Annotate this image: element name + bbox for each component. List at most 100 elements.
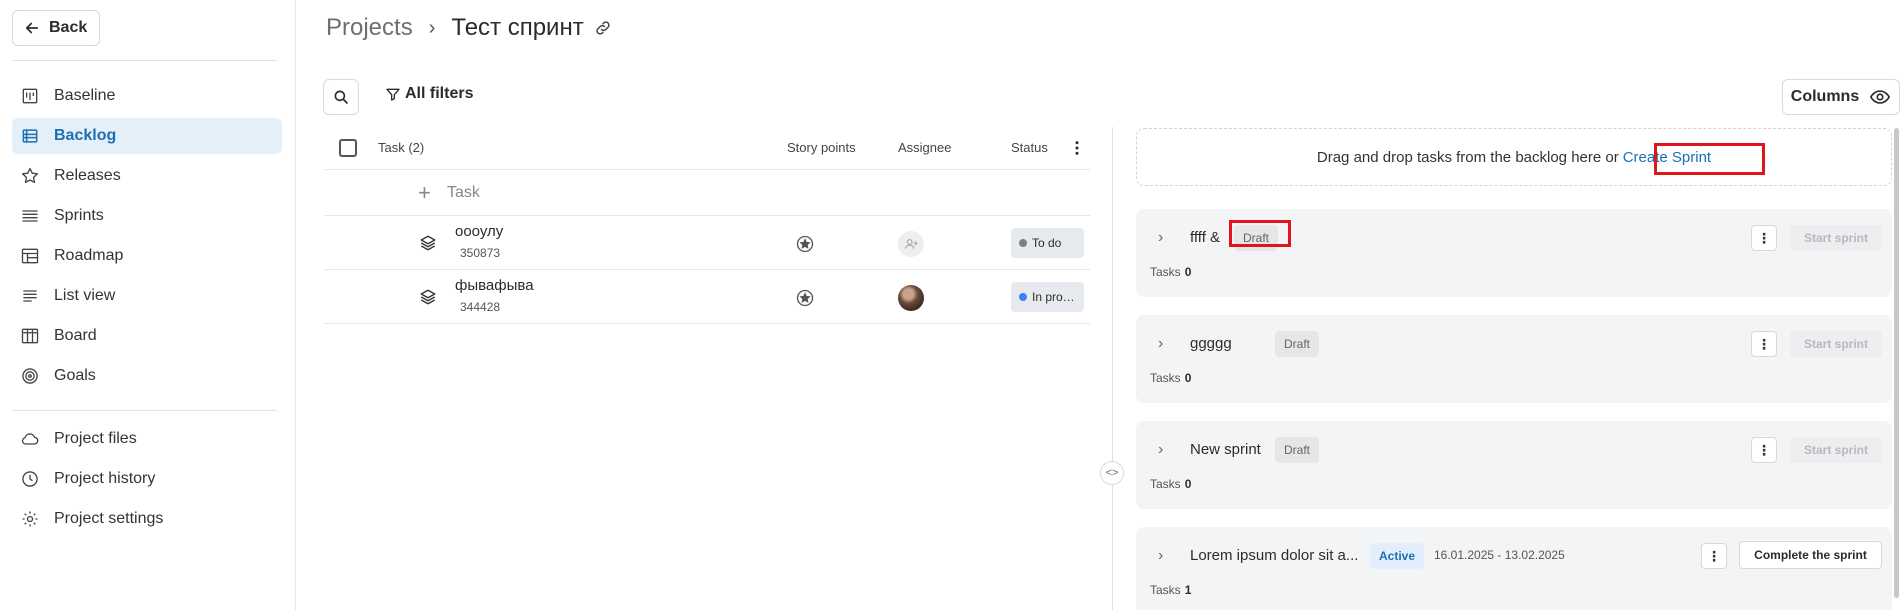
sprint-status-badge: Draft	[1234, 225, 1279, 251]
all-filters-button[interactable]: All filters	[385, 85, 473, 103]
avatar[interactable]	[898, 285, 924, 311]
chevron-right-icon[interactable]: ›	[1158, 441, 1163, 459]
status-badge[interactable]: To do	[1011, 228, 1084, 258]
sidebar-item-label: Project files	[54, 430, 137, 447]
start-sprint-button[interactable]: Start sprint	[1790, 225, 1882, 251]
sprint-card: › ggggg Draft Tasks 0 ⋮ Start sprint	[1136, 315, 1892, 403]
status-dot	[1019, 293, 1027, 301]
app-root: Back Baseline Backlog Releases Sprints R…	[0, 0, 1902, 610]
panel-splitter[interactable]	[1112, 127, 1113, 610]
baseline-icon	[22, 88, 38, 104]
sprint-task-count: Tasks 0	[1150, 477, 1191, 491]
sidebar-divider	[12, 410, 277, 411]
add-task-row[interactable]: + Task	[324, 170, 1090, 216]
all-filters-label: All filters	[405, 85, 474, 102]
back-label: Back	[49, 19, 88, 36]
column-menu-icon[interactable]	[1068, 139, 1086, 157]
sprint-card: › Lorem ipsum dolor sit a... Active 16.0…	[1136, 527, 1892, 610]
columns-label: Columns	[1790, 88, 1860, 105]
column-header-assignee[interactable]: Assignee	[898, 140, 951, 155]
sidebar-item-label: Board	[54, 327, 97, 344]
sprint-status-badge: Active	[1370, 543, 1425, 569]
add-assignee-button[interactable]	[898, 231, 924, 257]
start-sprint-button[interactable]: Start sprint	[1790, 437, 1882, 463]
sidebar-item-backlog[interactable]: Backlog	[12, 118, 282, 154]
back-button[interactable]: Back	[12, 10, 101, 46]
sidebar-divider	[12, 60, 277, 61]
column-header-status[interactable]: Status	[1011, 140, 1049, 155]
sidebar-item-project-settings[interactable]: Project settings	[12, 501, 282, 537]
tasks-label: Tasks	[1150, 371, 1181, 385]
page-title: Тест спринт	[451, 14, 584, 41]
layers-icon	[420, 289, 436, 305]
status-dot	[1019, 239, 1027, 247]
sidebar-item-board[interactable]: Board	[12, 318, 282, 354]
status-badge[interactable]: In pro…	[1011, 282, 1084, 312]
columns-button[interactable]: Columns	[1782, 79, 1900, 115]
layers-icon	[420, 235, 436, 251]
sidebar-item-releases[interactable]: Releases	[12, 158, 282, 194]
eye-icon	[1870, 90, 1891, 104]
sidebar-item-label: Project settings	[54, 510, 164, 527]
link-icon[interactable]	[594, 19, 612, 37]
star-icon	[22, 167, 38, 184]
backlog-icon	[22, 129, 38, 143]
breadcrumb-separator: ›	[428, 16, 436, 39]
chevron-right-icon[interactable]: ›	[1158, 335, 1163, 353]
sprint-menu-button[interactable]: ⋮	[1751, 437, 1777, 463]
table-row[interactable]: оооулу 350873 To do	[324, 216, 1090, 270]
sprint-dates: 16.01.2025 - 13.02.2025	[1434, 548, 1565, 562]
sidebar-item-goals[interactable]: Goals	[12, 358, 282, 394]
complete-sprint-button[interactable]: Complete the sprint	[1739, 541, 1882, 569]
sidebar-item-project-history[interactable]: Project history	[12, 461, 282, 497]
story-points-icon[interactable]	[795, 288, 815, 308]
story-points-icon[interactable]	[795, 234, 815, 254]
start-sprint-button[interactable]: Start sprint	[1790, 331, 1882, 357]
task-name[interactable]: фывафыва	[455, 277, 534, 294]
create-sprint-link[interactable]: Create Sprint	[1623, 149, 1711, 166]
column-header-story-points[interactable]: Story points	[787, 140, 856, 155]
sidebar-item-label: Project history	[54, 470, 156, 487]
sprint-dropzone[interactable]: Drag and drop tasks from the backlog her…	[1136, 128, 1892, 186]
sprint-name: Lorem ipsum dolor sit a...	[1190, 547, 1359, 564]
breadcrumb: Projects › Тест спринт	[326, 14, 612, 42]
plus-icon: +	[418, 180, 431, 205]
sprint-status-badge: Draft	[1275, 331, 1320, 357]
sprints-icon	[22, 210, 38, 222]
chevron-right-icon[interactable]: ›	[1158, 229, 1163, 247]
chevron-right-icon[interactable]: ›	[1158, 547, 1163, 565]
task-name[interactable]: оооулу	[455, 223, 503, 240]
sprint-menu-button[interactable]: ⋮	[1701, 543, 1727, 569]
status-label: To do	[1032, 236, 1062, 250]
sprint-name: ffff &	[1190, 229, 1221, 246]
sidebar-item-baseline[interactable]: Baseline	[12, 78, 282, 114]
arrow-left-icon	[25, 22, 39, 34]
filter-icon	[386, 88, 400, 101]
sidebar-item-list-view[interactable]: List view	[12, 278, 282, 314]
breadcrumb-projects-link[interactable]: Projects	[326, 14, 413, 42]
column-header-task[interactable]: Task (2)	[378, 140, 424, 155]
tasks-value: 0	[1184, 371, 1192, 385]
sidebar-item-sprints[interactable]: Sprints	[12, 198, 282, 234]
tasks-label: Tasks	[1150, 583, 1181, 597]
task-id: 350873	[460, 246, 501, 260]
sidebar-item-roadmap[interactable]: Roadmap	[12, 238, 282, 274]
select-all-checkbox[interactable]	[339, 139, 357, 157]
scrollbar[interactable]	[1894, 128, 1899, 598]
sprint-task-count: Tasks 1	[1150, 583, 1191, 597]
resize-handle-icon[interactable]: <>	[1100, 461, 1124, 485]
dropzone-text: Drag and drop tasks from the backlog her…	[1316, 148, 1619, 166]
list-icon	[23, 290, 37, 302]
search-button[interactable]	[323, 79, 359, 115]
tasks-value: 0	[1184, 477, 1192, 491]
roadmap-icon	[21, 248, 39, 264]
sidebar-item-project-files[interactable]: Project files	[12, 421, 282, 457]
sprint-menu-button[interactable]: ⋮	[1751, 331, 1777, 357]
sidebar-item-label: Baseline	[54, 87, 116, 104]
sidebar-item-label: Goals	[54, 367, 96, 384]
sprint-card: › ffff & Draft Tasks 0 ⋮ Start sprint	[1136, 209, 1892, 297]
sidebar-item-label: Roadmap	[54, 247, 124, 264]
table-row[interactable]: фывафыва 344428 In pro…	[324, 270, 1090, 324]
sprint-menu-button[interactable]: ⋮	[1751, 225, 1777, 251]
sidebar-item-label: Backlog	[54, 127, 117, 144]
